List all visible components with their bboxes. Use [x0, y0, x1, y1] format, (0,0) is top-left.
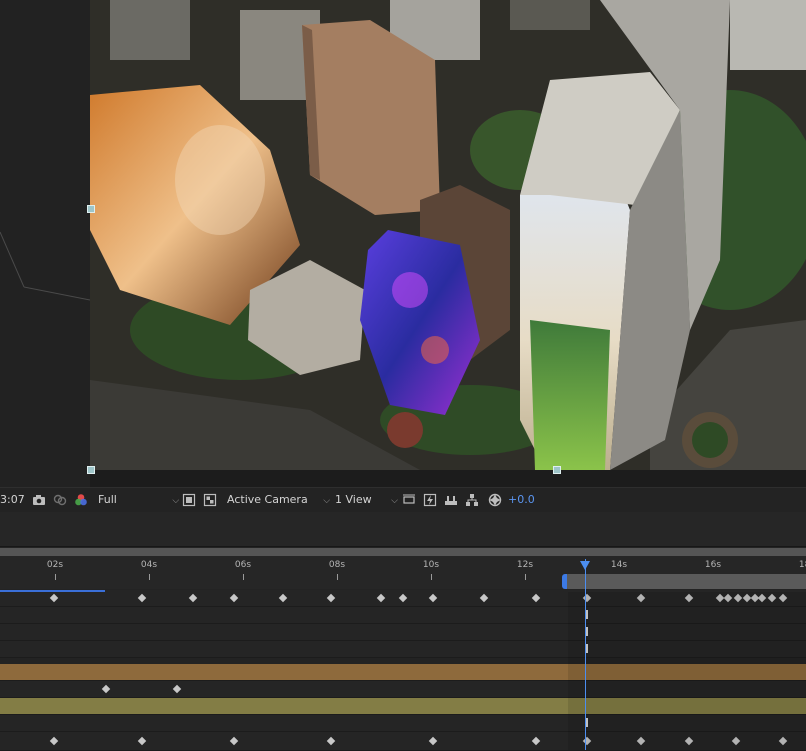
camera-view-dropdown[interactable]: Active Camera ⌵ — [227, 488, 330, 512]
keyframe[interactable] — [398, 593, 408, 603]
chevron-down-icon: ⌵ — [323, 496, 331, 506]
ruler-tick — [243, 574, 244, 580]
keyframe[interactable] — [49, 593, 59, 603]
ruler-label: 06s — [234, 560, 252, 570]
ruler-tick — [525, 574, 526, 580]
transparency-grid-icon[interactable] — [203, 493, 217, 507]
layer-handle-left[interactable] — [87, 205, 95, 213]
keyframe[interactable] — [137, 593, 147, 603]
chevron-down-icon: ⌵ — [391, 496, 398, 506]
ruler-tick — [337, 574, 338, 580]
ruler-tick — [55, 574, 56, 580]
resolution-dropdown[interactable]: Full ⌵ — [98, 488, 179, 512]
ruler-label: 14s — [610, 560, 628, 570]
current-time-indicator[interactable] — [585, 559, 586, 750]
resolution-value: Full — [98, 493, 117, 506]
current-time-indicator-head[interactable] — [580, 561, 590, 570]
keyframe[interactable] — [229, 593, 239, 603]
keyframe[interactable] — [326, 593, 336, 603]
composition-viewer[interactable] — [0, 0, 806, 487]
fast-previews-icon[interactable] — [423, 493, 437, 507]
view-layout-dropdown[interactable]: 1 View ⌵ — [335, 488, 398, 512]
pasteboard — [0, 0, 91, 487]
chevron-down-icon: ⌵ — [172, 496, 180, 506]
ruler-label: 04s — [140, 560, 158, 570]
reset-exposure-icon[interactable] — [488, 493, 502, 507]
layer-handle-bottom-mid[interactable] — [553, 466, 561, 474]
show-snapshot-icon[interactable] — [53, 493, 67, 507]
ruler-label: 12s — [516, 560, 534, 570]
keyframe[interactable] — [172, 684, 182, 694]
ruler-label: 10s — [422, 560, 440, 570]
keyframe[interactable] — [188, 593, 198, 603]
keyframe[interactable] — [49, 736, 59, 746]
timeline-panel[interactable]: 02s 04s 06s 08s 10s 12s 14s 16s 18s — [0, 512, 806, 751]
timeline-icon[interactable] — [444, 493, 458, 507]
timeline-header — [0, 512, 806, 547]
flowchart-icon[interactable] — [465, 493, 479, 507]
ruler-label: 16s — [704, 560, 722, 570]
viewer-toolbar: 3:07 Full ⌵ Active Camera ⌵ 1 View ⌵ +0.… — [0, 487, 806, 513]
work-area-end-region[interactable] — [565, 574, 806, 589]
keyframe[interactable] — [376, 593, 386, 603]
ruler-tick — [149, 574, 150, 580]
toggle-pixel-aspect-icon[interactable] — [402, 493, 416, 507]
keyframe[interactable] — [101, 684, 111, 694]
rgb-channel-icon[interactable] — [74, 493, 88, 507]
keyframe[interactable] — [531, 593, 541, 603]
keyframe[interactable] — [229, 736, 239, 746]
aerial-city-footage — [90, 0, 806, 470]
camera-view-value: Active Camera — [227, 493, 308, 506]
ruler-label: 18s — [798, 560, 806, 570]
keyframe[interactable] — [479, 593, 489, 603]
keyframe[interactable] — [278, 593, 288, 603]
exposure-value[interactable]: +0.0 — [508, 488, 535, 512]
region-of-interest-icon[interactable] — [182, 493, 196, 507]
work-area-start-handle[interactable] — [562, 574, 567, 589]
work-area-bar[interactable] — [0, 548, 806, 556]
beyond-work-area-shade — [568, 592, 806, 750]
ruler-label: 02s — [46, 560, 64, 570]
ruler-tick — [431, 574, 432, 580]
layer-handle-bottom-left[interactable] — [87, 466, 95, 474]
keyframe[interactable] — [326, 736, 336, 746]
track-selection-marker — [0, 590, 105, 592]
footage-frame[interactable] — [90, 0, 806, 470]
view-layout-value: 1 View — [335, 493, 372, 506]
snapshot-camera-icon[interactable] — [32, 493, 46, 507]
keyframe[interactable] — [428, 593, 438, 603]
camera-wireframe — [0, 231, 91, 301]
keyframe[interactable] — [531, 736, 541, 746]
keyframe[interactable] — [137, 736, 147, 746]
current-time-display[interactable]: 3:07 — [0, 488, 25, 512]
ruler-label: 08s — [328, 560, 346, 570]
keyframe[interactable] — [428, 736, 438, 746]
